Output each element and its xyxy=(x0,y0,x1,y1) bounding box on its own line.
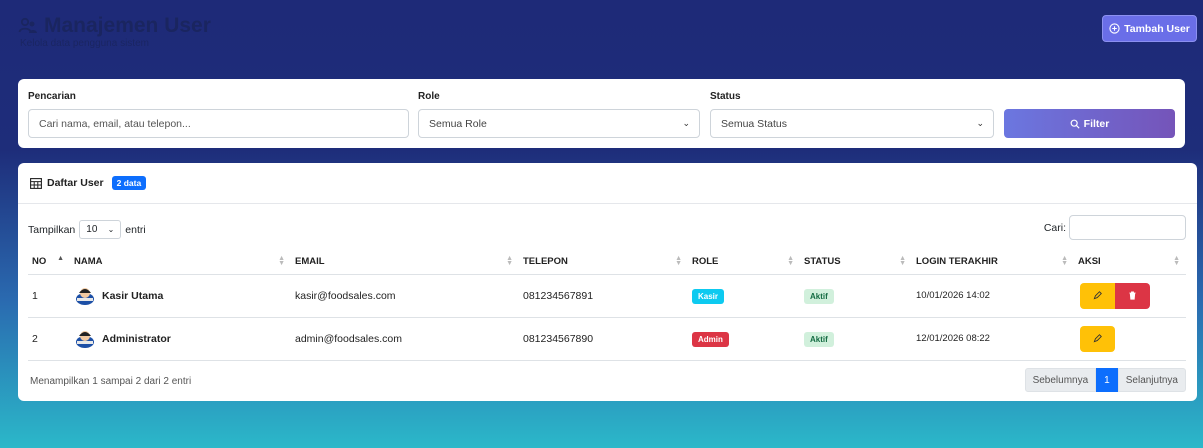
table-icon xyxy=(30,177,42,189)
col-nama[interactable]: NAMA ▲ ▼ xyxy=(70,249,291,275)
user-table: NO ▲ NAMA ▲ ▼ EMAIL ▲ ▼ TELEPON ▲ ▼ ROLE ▲ ▼ STAT… xyxy=(28,249,1186,361)
sort-icon: ▲ ▼ xyxy=(1061,255,1068,267)
role-select[interactable]: Semua Role ⌄ xyxy=(418,109,700,138)
pencil-icon xyxy=(1093,334,1102,343)
table-row: 2 Administrator admin@foodsales.com 0812… xyxy=(28,317,1186,361)
filter-button-label: Filter xyxy=(1083,117,1110,130)
cell-nama: Kasir Utama xyxy=(74,285,291,307)
list-header: Daftar User 2 data xyxy=(18,163,1197,204)
users-icon xyxy=(18,17,37,33)
cell-telepon: 081234567891 xyxy=(519,274,688,318)
search-icon xyxy=(1070,119,1080,129)
page-title-text: Manajemen User xyxy=(44,14,211,37)
cell-email: admin@foodsales.com xyxy=(291,317,519,361)
table-search-label: Cari: xyxy=(1043,221,1066,234)
search-placeholder: Cari nama, email, atau telepon... xyxy=(39,117,191,130)
search-label: Pencarian xyxy=(28,91,76,102)
cell-email: kasir@foodsales.com xyxy=(291,274,519,318)
page-1-button[interactable]: 1 xyxy=(1096,368,1118,392)
trash-icon xyxy=(1129,291,1136,300)
sort-icon: ▲ ▼ xyxy=(899,255,906,267)
col-telepon[interactable]: TELEPON ▲ ▼ xyxy=(519,249,688,275)
col-login[interactable]: LOGIN TERAKHIR ▲ ▼ xyxy=(912,249,1074,275)
page-title: Manajemen User xyxy=(18,14,211,38)
show-label: Tampilkan xyxy=(28,223,76,236)
edit-button[interactable] xyxy=(1080,282,1115,309)
list-title: Daftar User xyxy=(47,177,104,189)
entries-label: entri xyxy=(125,223,146,236)
sort-icon: ▲ ▼ xyxy=(1173,255,1180,267)
role-select-value: Semua Role xyxy=(429,117,487,130)
chevron-down-icon: ⌄ xyxy=(682,118,690,128)
role-badge: Admin xyxy=(692,331,729,347)
chevron-down-icon: ⌄ xyxy=(976,118,984,128)
page-length: Tampilkan 10 ⌄ entri xyxy=(28,220,146,239)
status-badge: Aktif xyxy=(804,331,834,347)
table-info: Menampilkan 1 sampai 2 dari 2 entri xyxy=(30,376,192,387)
filter-card: Pencarian Cari nama, email, atau telepon… xyxy=(18,79,1185,148)
search-input[interactable]: Cari nama, email, atau telepon... xyxy=(28,109,409,138)
page-subtitle: Kelola data pengguna sistem xyxy=(20,38,149,49)
page-length-select[interactable]: 10 ⌄ xyxy=(79,220,122,239)
cell-no: 2 xyxy=(28,317,70,361)
status-badge: Aktif xyxy=(804,288,834,304)
sort-icon: ▲ ▼ xyxy=(787,255,794,267)
col-no[interactable]: NO ▲ xyxy=(28,249,70,275)
col-role[interactable]: ROLE ▲ ▼ xyxy=(688,249,800,275)
status-label: Status xyxy=(710,91,741,102)
avatar xyxy=(76,330,94,348)
sort-icon: ▲ ▼ xyxy=(506,255,513,267)
prev-page-button[interactable]: Sebelumnya xyxy=(1024,368,1097,392)
cell-nama: Administrator xyxy=(74,328,291,350)
page-length-value: 10 xyxy=(86,224,98,235)
delete-button[interactable] xyxy=(1115,282,1150,309)
edit-button[interactable] xyxy=(1080,325,1115,352)
pagination: Sebelumnya 1 Selanjutnya xyxy=(1024,368,1186,392)
role-label: Role xyxy=(418,91,440,102)
table-search: Cari: xyxy=(1044,215,1186,240)
next-page-button[interactable]: Selanjutnya xyxy=(1117,368,1186,392)
cell-telepon: 081234567890 xyxy=(519,317,688,361)
user-name: Kasir Utama xyxy=(102,289,164,302)
page-header: Manajemen User Kelola data pengguna sist… xyxy=(18,14,211,49)
status-select[interactable]: Semua Status ⌄ xyxy=(710,109,994,138)
table-header-row: NO ▲ NAMA ▲ ▼ EMAIL ▲ ▼ TELEPON ▲ ▼ ROLE ▲ ▼ STAT… xyxy=(28,249,1186,275)
user-name: Administrator xyxy=(102,332,171,345)
sort-asc-icon: ▲ xyxy=(57,255,64,262)
cell-login: 12/01/2026 08:22 xyxy=(912,317,1074,361)
cell-login: 10/01/2026 14:02 xyxy=(912,274,1074,318)
cell-no: 1 xyxy=(28,274,70,318)
status-select-value: Semua Status xyxy=(721,117,787,130)
chevron-down-icon: ⌄ xyxy=(107,225,115,234)
add-user-button[interactable]: Tambah User xyxy=(1102,15,1197,42)
pencil-icon xyxy=(1093,291,1102,300)
plus-circle-icon xyxy=(1109,23,1120,34)
filter-button[interactable]: Filter xyxy=(1004,109,1175,138)
sort-icon: ▲ ▼ xyxy=(278,255,285,267)
count-badge: 2 data xyxy=(111,176,147,190)
table-row: 1 Kasir Utama kasir@foodsales.com 081234… xyxy=(28,274,1186,318)
role-badge: Kasir xyxy=(692,288,725,304)
table-search-input[interactable] xyxy=(1069,215,1186,240)
col-email[interactable]: EMAIL ▲ ▼ xyxy=(291,249,519,275)
avatar xyxy=(76,287,94,305)
user-list-card: Daftar User 2 data Tampilkan 10 ⌄ entri … xyxy=(18,163,1197,401)
col-status[interactable]: STATUS ▲ ▼ xyxy=(800,249,912,275)
add-user-label: Tambah User xyxy=(1124,22,1190,35)
col-aksi[interactable]: AKSI ▲ ▼ xyxy=(1074,249,1186,275)
sort-icon: ▲ ▼ xyxy=(675,255,682,267)
